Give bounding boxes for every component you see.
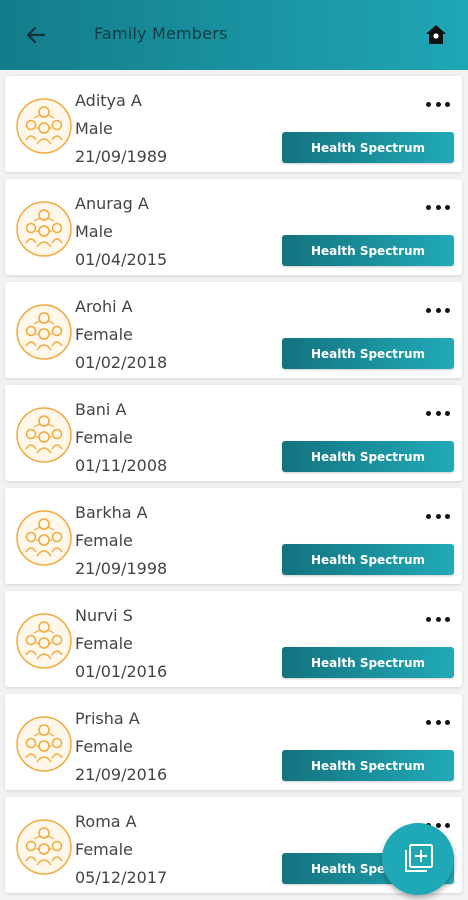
family-avatar-icon xyxy=(16,407,72,463)
health-spectrum-button[interactable]: Health Spectrum xyxy=(282,441,454,472)
member-dob: 21/09/2016 xyxy=(75,765,168,784)
member-info: Barkha A Female 21/09/1998 xyxy=(75,499,167,583)
member-card[interactable]: Aditya A Male 21/09/1989 Health Spectrum xyxy=(5,76,462,172)
family-avatar-icon xyxy=(16,201,72,257)
member-info: Arohi A Female 01/02/2018 xyxy=(75,293,167,377)
more-options-icon[interactable] xyxy=(426,201,450,213)
member-info: Roma A Female 05/12/2017 xyxy=(75,808,167,892)
member-info: Anurag A Male 01/04/2015 xyxy=(75,190,167,274)
page-title: Family Members xyxy=(94,24,228,43)
family-avatar-icon xyxy=(16,716,72,772)
home-icon xyxy=(426,25,446,44)
add-to-list-icon xyxy=(405,844,433,872)
member-card[interactable]: Bani A Female 01/11/2008 Health Spectrum xyxy=(5,385,462,481)
member-dob: 21/09/1989 xyxy=(75,147,168,166)
family-avatar-icon xyxy=(16,510,72,566)
health-spectrum-button[interactable]: Health Spectrum xyxy=(282,338,454,369)
member-card[interactable]: Anurag A Male 01/04/2015 Health Spectrum xyxy=(5,179,462,275)
member-card[interactable]: Arohi A Female 01/02/2018 Health Spectru… xyxy=(5,282,462,378)
more-options-icon[interactable] xyxy=(426,98,450,110)
member-info: Aditya A Male 21/09/1989 xyxy=(75,87,167,171)
add-member-button[interactable] xyxy=(382,823,454,895)
more-options-icon[interactable] xyxy=(426,613,450,625)
member-name: Bani A xyxy=(75,400,127,419)
member-name: Prisha A xyxy=(75,709,140,728)
more-options-icon[interactable] xyxy=(426,304,450,316)
arrow-left-icon xyxy=(26,26,46,44)
home-button[interactable] xyxy=(422,21,450,49)
member-name: Aditya A xyxy=(75,91,142,110)
member-card[interactable]: Barkha A Female 21/09/1998 Health Spectr… xyxy=(5,488,462,584)
member-card[interactable]: Nurvi S Female 01/01/2016 Health Spectru… xyxy=(5,591,462,687)
member-gender: Female xyxy=(75,325,133,344)
member-gender: Male xyxy=(75,119,113,138)
more-options-icon[interactable] xyxy=(426,510,450,522)
health-spectrum-button[interactable]: Health Spectrum xyxy=(282,647,454,678)
member-card[interactable]: Prisha A Female 21/09/2016 Health Spectr… xyxy=(5,694,462,790)
member-gender: Female xyxy=(75,737,133,756)
health-spectrum-button[interactable]: Health Spectrum xyxy=(282,750,454,781)
member-gender: Female xyxy=(75,531,133,550)
member-name: Arohi A xyxy=(75,297,133,316)
member-name: Nurvi S xyxy=(75,606,133,625)
member-gender: Female xyxy=(75,840,133,859)
member-info: Bani A Female 01/11/2008 xyxy=(75,396,167,480)
member-gender: Male xyxy=(75,222,113,241)
member-info: Nurvi S Female 01/01/2016 xyxy=(75,602,167,686)
member-dob: 01/01/2016 xyxy=(75,662,168,681)
member-name: Anurag A xyxy=(75,194,149,213)
health-spectrum-button[interactable]: Health Spectrum xyxy=(282,132,454,163)
member-dob: 21/09/1998 xyxy=(75,559,168,578)
member-info: Prisha A Female 21/09/2016 xyxy=(75,705,167,789)
family-avatar-icon xyxy=(16,613,72,669)
app-header: Family Members xyxy=(0,0,468,70)
member-name: Barkha A xyxy=(75,503,148,522)
member-name: Roma A xyxy=(75,812,137,831)
member-dob: 01/02/2018 xyxy=(75,353,168,372)
health-spectrum-button[interactable]: Health Spectrum xyxy=(282,544,454,575)
member-gender: Female xyxy=(75,634,133,653)
more-options-icon[interactable] xyxy=(426,407,450,419)
health-spectrum-button[interactable]: Health Spectrum xyxy=(282,235,454,266)
member-dob: 01/04/2015 xyxy=(75,250,168,269)
family-avatar-icon xyxy=(16,304,72,360)
family-avatar-icon xyxy=(16,819,72,875)
member-gender: Female xyxy=(75,428,133,447)
back-button[interactable] xyxy=(22,21,50,49)
member-dob: 01/11/2008 xyxy=(75,456,168,475)
member-dob: 05/12/2017 xyxy=(75,868,168,887)
more-options-icon[interactable] xyxy=(426,716,450,728)
family-avatar-icon xyxy=(16,98,72,154)
